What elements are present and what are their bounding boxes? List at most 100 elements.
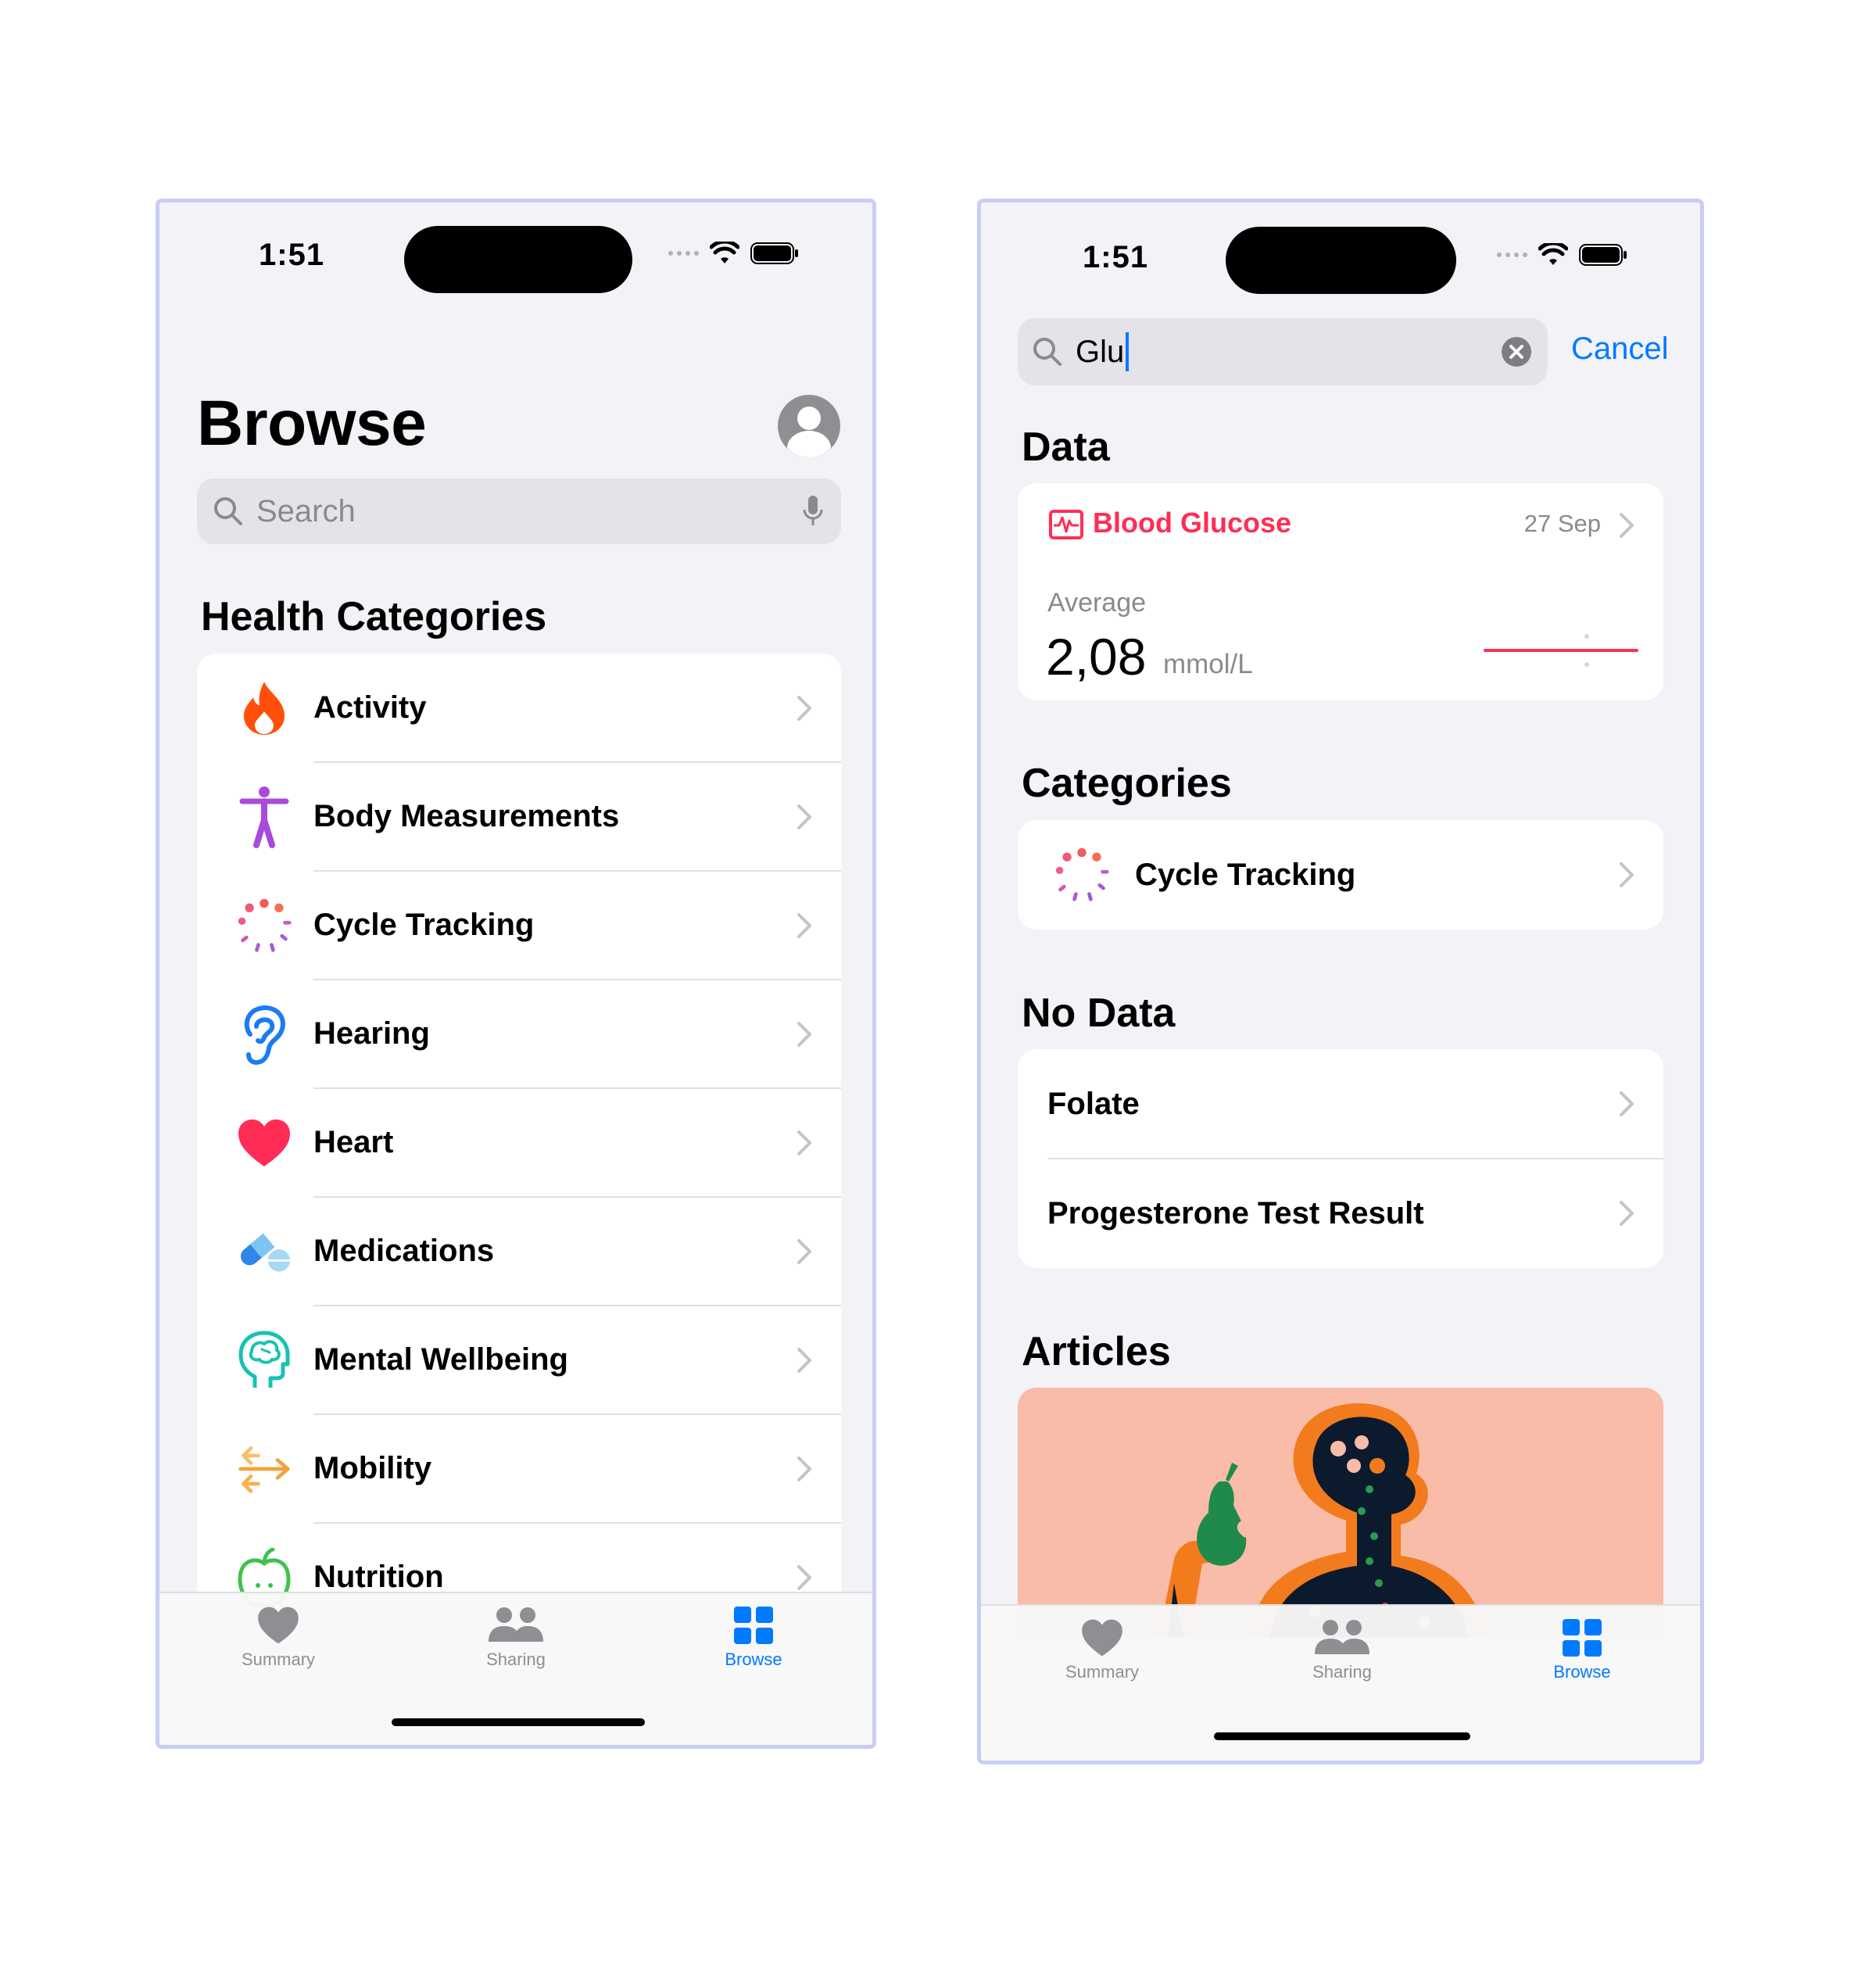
tab-bar: Summary Sharing Browse	[981, 1604, 1700, 1761]
cycle-tracking-icon	[1054, 847, 1110, 903]
category-label: Cycle Tracking	[313, 908, 535, 942]
chevron-right-icon	[797, 1238, 811, 1264]
search-field[interactable]: Search	[197, 478, 841, 544]
item-label: Folate	[1047, 1086, 1140, 1121]
microphone-icon[interactable]	[802, 494, 824, 528]
category-row-heart[interactable]: Heart	[197, 1088, 841, 1197]
clear-icon[interactable]	[1501, 336, 1532, 367]
status-icons	[1497, 243, 1627, 267]
brain-head-icon	[236, 1331, 292, 1388]
search-field[interactable]: Glu	[1018, 318, 1548, 385]
dynamic-island	[404, 226, 632, 293]
chevron-right-icon	[797, 1347, 811, 1373]
category-row-cycle-tracking[interactable]: Cycle Tracking	[197, 871, 841, 980]
chevron-right-icon	[797, 804, 811, 829]
category-row-medications[interactable]: Medications	[197, 1197, 841, 1306]
pills-icon	[236, 1223, 292, 1280]
category-label: Activity	[313, 690, 427, 725]
person-icon	[787, 407, 831, 457]
category-row-mobility[interactable]: Mobility	[197, 1414, 841, 1523]
people-icon	[489, 1607, 543, 1642]
battery-icon	[1579, 244, 1627, 266]
cancel-button[interactable]: Cancel	[1571, 331, 1669, 367]
figure-icon	[236, 786, 292, 848]
search-query: Glu	[1076, 334, 1125, 369]
article-card[interactable]	[1018, 1388, 1663, 1638]
tab-sharing[interactable]: Sharing	[430, 1606, 602, 1670]
no-data-row-folate[interactable]: Folate	[1018, 1049, 1663, 1159]
chevron-right-icon	[797, 695, 811, 721]
category-label: Nutrition	[313, 1560, 444, 1594]
tab-bar: Summary Sharing Browse	[159, 1592, 872, 1745]
dynamic-island	[1226, 227, 1456, 294]
home-indicator[interactable]	[392, 1718, 645, 1726]
search-results-screen: 1:51 Glu Cancel Data Blood Glucose 27 Se…	[977, 199, 1704, 1764]
arrows-icon	[236, 1441, 292, 1497]
ear-icon	[236, 1005, 292, 1065]
tab-browse[interactable]: Browse	[668, 1606, 840, 1670]
tab-browse[interactable]: Browse	[1496, 1618, 1668, 1682]
no-data-row-progesterone[interactable]: Progesterone Test Result	[1018, 1159, 1663, 1268]
tab-label: Summary	[241, 1650, 316, 1669]
categories-list: Activity Body Measurements Cycle Trackin…	[197, 654, 841, 1631]
tab-summary[interactable]: Summary	[192, 1606, 364, 1670]
category-result-card: Cycle Tracking	[1018, 820, 1663, 930]
tab-summary[interactable]: Summary	[1016, 1618, 1188, 1682]
category-label: Cycle Tracking	[1135, 857, 1356, 892]
sparkline-chart	[1484, 634, 1638, 667]
chevron-right-icon	[1620, 862, 1634, 887]
chevron-right-icon	[797, 1456, 811, 1481]
search-icon	[1033, 338, 1062, 366]
page-title: Browse	[197, 388, 427, 459]
text-cursor	[1126, 332, 1130, 371]
category-label: Mental Wellbeing	[313, 1342, 568, 1377]
data-date: 27 Sep	[1523, 510, 1601, 537]
tab-label: Sharing	[1312, 1662, 1372, 1682]
category-row-hearing[interactable]: Hearing	[197, 980, 841, 1088]
chevron-right-icon	[1620, 513, 1634, 538]
item-label: Progesterone Test Result	[1047, 1195, 1424, 1231]
chevron-right-icon	[1620, 1091, 1634, 1116]
status-icons	[668, 242, 799, 265]
battery-icon	[750, 242, 798, 264]
category-row-body-measurements[interactable]: Body Measurements	[197, 762, 841, 871]
data-heading: Data	[1022, 424, 1110, 470]
articles-heading: Articles	[1022, 1329, 1171, 1374]
home-indicator[interactable]	[1214, 1732, 1470, 1740]
categories-heading: Categories	[1022, 761, 1232, 806]
category-label: Hearing	[313, 1016, 430, 1051]
tab-label: Sharing	[486, 1650, 546, 1669]
category-label: Body Measurements	[313, 799, 620, 833]
category-label: Heart	[313, 1125, 394, 1159]
article-illustration	[1158, 1403, 1487, 1638]
heart-icon	[1082, 1619, 1122, 1657]
blood-glucose-card[interactable]: Blood Glucose 27 Sep Average 2,08 mmol/L	[1018, 483, 1663, 700]
category-row-cycle-tracking[interactable]: Cycle Tracking	[1018, 820, 1663, 930]
waveform-icon	[1049, 510, 1083, 539]
grid-icon	[1563, 1619, 1602, 1657]
category-label: Mobility	[313, 1451, 432, 1485]
data-type-name: Blood Glucose	[1093, 507, 1292, 539]
grid-icon	[734, 1607, 773, 1644]
category-row-activity[interactable]: Activity	[197, 654, 841, 762]
chevron-right-icon	[1620, 1201, 1634, 1226]
search-icon	[214, 497, 242, 525]
browse-screen: 1:51 Browse Search Health Categories Act…	[156, 199, 876, 1749]
wifi-icon	[1538, 243, 1568, 265]
chevron-right-icon	[797, 1564, 811, 1590]
stat-label: Average	[1047, 588, 1147, 618]
signal-icon	[1497, 253, 1527, 257]
tab-label: Browse	[1553, 1662, 1611, 1682]
no-data-heading: No Data	[1022, 990, 1176, 1036]
tab-sharing[interactable]: Sharing	[1256, 1618, 1428, 1682]
category-label: Medications	[313, 1234, 495, 1268]
avatar[interactable]	[778, 395, 840, 457]
people-icon	[1315, 1620, 1369, 1654]
heart-icon	[236, 1115, 292, 1171]
category-row-mental-wellbeing[interactable]: Mental Wellbeing	[197, 1306, 841, 1414]
tab-label: Browse	[725, 1650, 782, 1669]
stat-unit: mmol/L	[1163, 649, 1253, 679]
chevron-right-icon	[797, 912, 811, 938]
no-data-list: Folate Progesterone Test Result	[1018, 1049, 1663, 1268]
status-time: 1:51	[259, 238, 325, 272]
